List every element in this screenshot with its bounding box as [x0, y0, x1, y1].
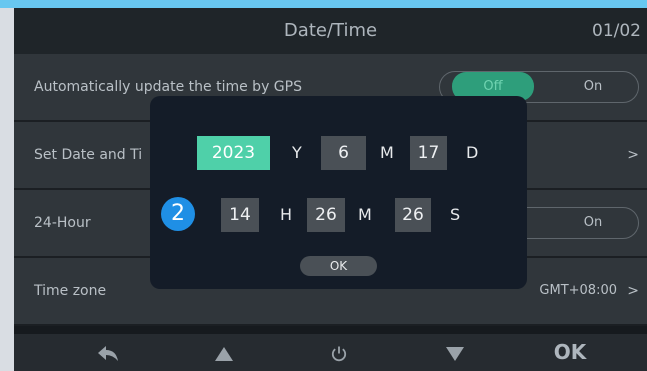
toggle-on-option[interactable]: On — [558, 208, 628, 237]
year-unit-label: Y — [292, 143, 302, 162]
day-field[interactable]: 17 — [410, 136, 447, 170]
power-icon — [330, 343, 348, 362]
time-zone-label: Time zone — [34, 283, 107, 299]
chevron-right-icon: > — [627, 283, 639, 299]
hour-unit-label: H — [280, 205, 293, 224]
power-button[interactable] — [309, 334, 369, 371]
minute-unit-label: M — [358, 205, 372, 224]
toggle-on-option[interactable]: On — [558, 72, 628, 101]
down-button[interactable] — [425, 334, 485, 371]
minute-field[interactable]: 26 — [307, 198, 345, 232]
device-screen: Date/Time 01/02 Automatically update the… — [14, 8, 647, 371]
page-title: Date/Time — [283, 20, 378, 41]
ok-button[interactable]: OK — [540, 334, 600, 371]
page-number: 01/02 — [592, 21, 641, 41]
back-button[interactable] — [78, 334, 138, 371]
back-arrow-icon — [97, 343, 119, 362]
hour-field[interactable]: 14 — [221, 198, 259, 232]
set-date-label: Set Date and Ti — [34, 147, 143, 163]
month-unit-label: M — [380, 143, 394, 162]
header-bar: Date/Time 01/02 — [14, 8, 647, 54]
second-field[interactable]: 26 — [395, 198, 431, 232]
top-accent-bar — [0, 0, 647, 8]
dialog-ok-button[interactable]: OK — [300, 256, 377, 276]
hour24-label: 24-Hour — [34, 215, 91, 231]
year-field[interactable]: 2023 — [197, 136, 270, 170]
time-zone-value: GMT+08:00 — [539, 283, 617, 298]
bottom-nav-bar: OK — [14, 334, 647, 371]
month-field[interactable]: 6 — [321, 136, 366, 170]
up-triangle-icon — [214, 343, 234, 362]
up-button[interactable] — [194, 334, 254, 371]
callout-number-badge: 2 — [161, 197, 195, 231]
second-unit-label: S — [450, 205, 461, 224]
chevron-right-icon: > — [627, 147, 639, 163]
down-triangle-icon — [445, 343, 465, 362]
device-frame: Date/Time 01/02 Automatically update the… — [0, 0, 647, 371]
day-unit-label: D — [466, 143, 479, 162]
date-time-dialog: 2023 Y 6 M 17 D 2 14 H 26 M 26 S OK — [150, 96, 527, 289]
